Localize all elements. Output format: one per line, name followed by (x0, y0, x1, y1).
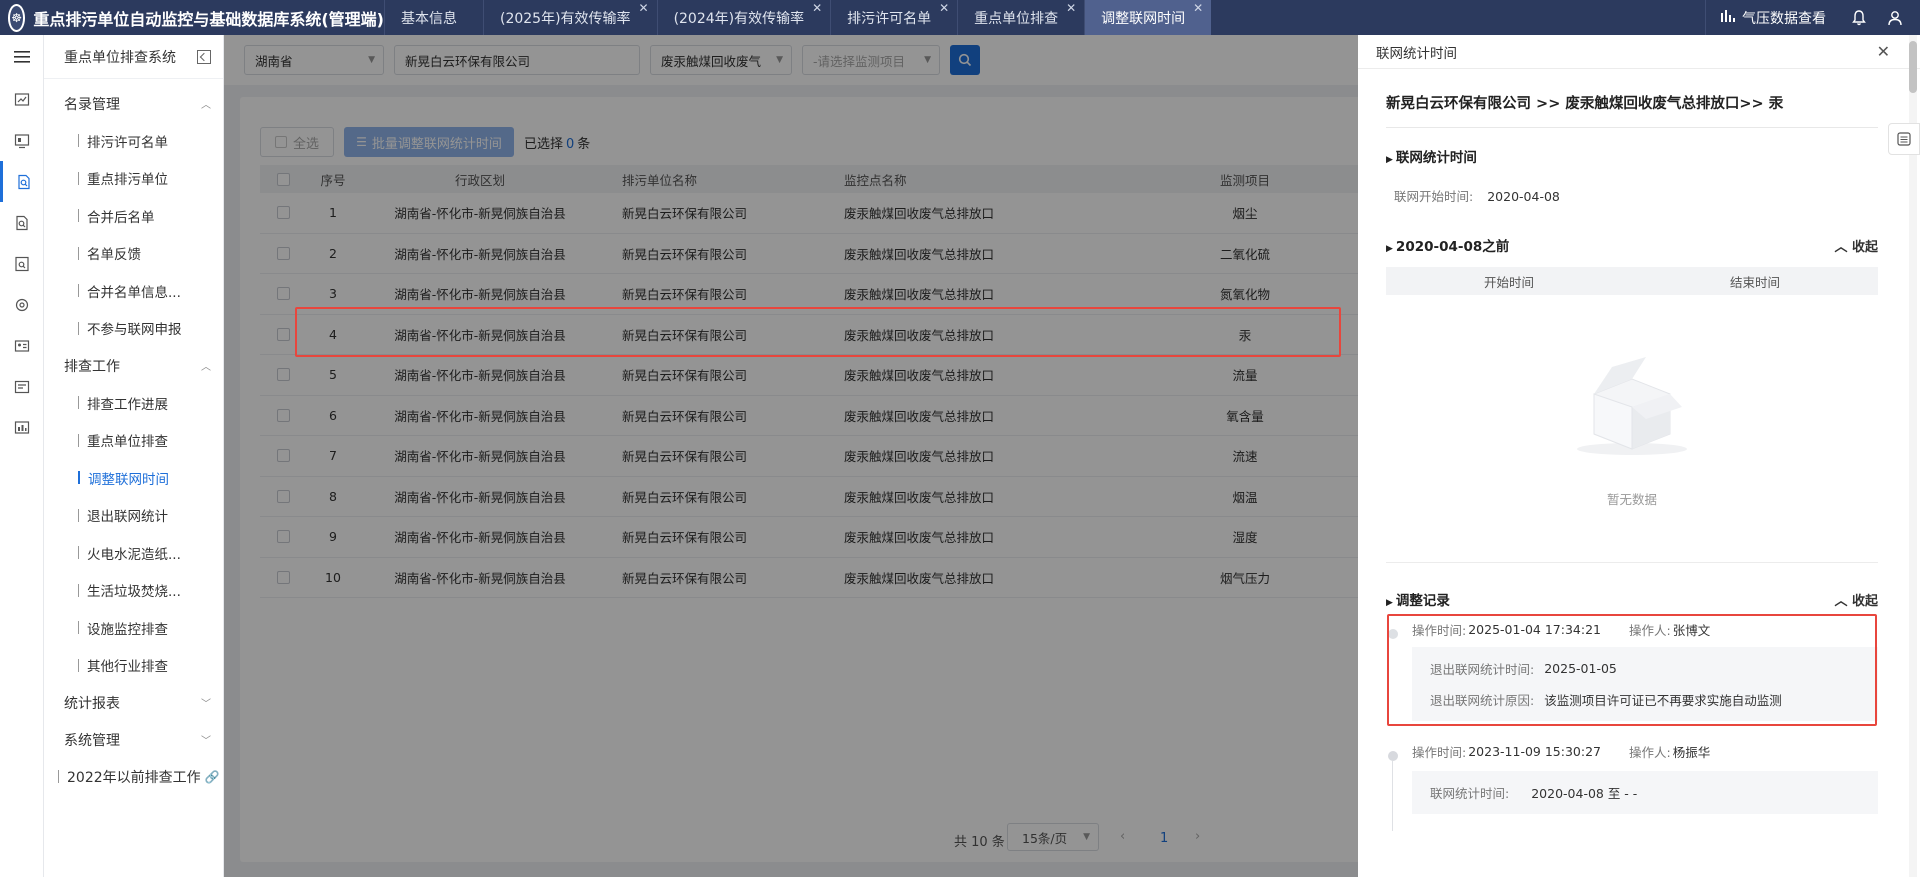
user-icon[interactable] (1884, 7, 1906, 29)
form-icon[interactable] (0, 366, 44, 407)
side-nav: 重点单位排查系统 名录管理 ︿ 排污许可名单 重点排污单位 合并后名单 名单反馈 … (44, 35, 224, 877)
system-title: 重点单位排查系统 (64, 49, 176, 66)
side-panel-icon[interactable] (1888, 123, 1920, 155)
sidebar-item-merged-list[interactable]: 合并后名单 (44, 197, 223, 235)
chevron-up-icon: ︿ (201, 362, 211, 373)
sidebar-item-exit-network[interactable]: 退出联网统计 (44, 497, 223, 535)
chevron-up-icon: ︿ (201, 100, 211, 111)
nav-group-reports[interactable]: 统计报表 ﹀ (44, 684, 223, 721)
empty-box-icon (1577, 357, 1687, 455)
app-title: 重点排污单位自动监控与基础数据库系统(管理端) (33, 9, 384, 29)
sidebar-item-facility-monitor[interactable]: 设施监控排查 (44, 609, 223, 647)
sidebar-item-merged-info[interactable]: 合并名单信息... (44, 272, 223, 310)
sidebar-item-waste-incineration[interactable]: 生活垃圾焚烧... (44, 572, 223, 610)
report-search-icon[interactable] (0, 243, 44, 284)
tab-2025-transmission[interactable]: (2025年)有效传输率 ✕ (483, 0, 657, 35)
record-item: 操作时间: 2023-11-09 15:30:27 操作人: 杨振华 联网统计时间:… (1386, 739, 1878, 831)
close-icon[interactable]: ✕ (639, 1, 649, 15)
sidebar-item-other-industry[interactable]: 其他行业排查 (44, 647, 223, 685)
period-table-header: 开始时间 结束时间 (1386, 267, 1878, 295)
bar-chart-icon (1720, 9, 1736, 26)
drawer-title: 联网统计时间 (1376, 45, 1457, 62)
chevron-down-icon: ﹀ (201, 699, 211, 710)
ministry-logo: ☸ (8, 3, 26, 32)
chevron-down-icon: ﹀ (201, 736, 211, 747)
sidebar-item-key-unit-check[interactable]: 重点单位排查 (44, 422, 223, 460)
close-icon[interactable]: ✕ (1066, 1, 1076, 15)
nav-group-directory[interactable]: 名录管理 ︿ (44, 85, 223, 122)
brand: ☸ 重点排污单位自动监控与基础数据库系统(管理端) (0, 0, 384, 35)
sidebar-item-permit-list[interactable]: 排污许可名单 (44, 122, 223, 160)
empty-state: 暂无数据 (1386, 295, 1878, 563)
sidebar-item-power-cement-paper[interactable]: 火电水泥造纸... (44, 534, 223, 572)
close-icon[interactable]: ✕ (1877, 42, 1890, 61)
collapse-before-button[interactable]: ︿ 收起 (1834, 236, 1878, 255)
close-icon[interactable]: ✕ (1193, 1, 1203, 15)
sidebar-item-key-units[interactable]: 重点排污单位 (44, 160, 223, 198)
top-right-tools: 气压数据查看 (1705, 0, 1920, 35)
system-header: 重点单位排查系统 (44, 35, 223, 79)
settings-icon[interactable] (0, 284, 44, 325)
tab-permit-list[interactable]: 排污许可名单 ✕ (830, 0, 957, 35)
icon-rail (0, 35, 44, 877)
bell-icon[interactable] (1848, 7, 1870, 29)
collapse-sidebar-icon[interactable] (197, 49, 211, 64)
nav-group-system[interactable]: 系统管理 ﹀ (44, 721, 223, 758)
drawer-scrollbar[interactable] (1909, 35, 1917, 877)
record-detail: 联网统计时间: 2020-04-08 至 - - (1412, 771, 1878, 814)
tab-adjust-network-time[interactable]: 调整联网时间 ✕ (1084, 0, 1212, 35)
network-time-drawer: 联网统计时间 ✕ 新晃白云环保有限公司 >> 废汞触煤回收废气总排放口>> 汞 … (1358, 35, 1920, 877)
record-path: 新晃白云环保有限公司 >> 废汞触煤回收废气总排放口>> 汞 (1386, 92, 1878, 128)
sidebar-item-no-network-declare[interactable]: 不参与联网申报 (44, 310, 223, 348)
drawer-header: 联网统计时间 ✕ (1358, 35, 1920, 69)
close-icon[interactable]: ✕ (939, 1, 949, 15)
network-start-time: 联网开始时间: 2020-04-08 (1394, 189, 1560, 204)
pressure-data-link[interactable]: 气压数据查看 (1720, 8, 1826, 28)
sidebar-item-progress[interactable]: 排查工作进展 (44, 384, 223, 422)
top-bar: ☸ 重点排污单位自动监控与基础数据库系统(管理端) 基本信息 (2025年)有效… (0, 0, 1920, 35)
menu-icon[interactable] (0, 35, 44, 79)
file-search-icon[interactable] (0, 202, 44, 243)
sidebar-link-pre-2022[interactable]: 2022年以前排查工作 🔗 (44, 758, 223, 795)
section-before-date: ▶ 2020-04-08之前 ︿ 收起 (1386, 235, 1878, 255)
dashboard-icon[interactable] (0, 79, 44, 120)
tab-basic-info[interactable]: 基本信息 (384, 0, 483, 35)
close-icon[interactable]: ✕ (812, 1, 822, 15)
tab-2024-transmission[interactable]: (2024年)有效传输率 ✕ (656, 0, 831, 35)
collapse-records-button[interactable]: ︿ 收起 (1834, 590, 1878, 609)
highlight-box-record (1387, 614, 1877, 726)
section-network-time: ▶ 联网统计时间 (1386, 150, 1477, 166)
highlight-box-row (295, 307, 1341, 357)
section-adjust-records: ▶ 调整记录 ︿ 收起 (1386, 589, 1878, 609)
document-search-icon[interactable] (0, 161, 44, 202)
sidebar-item-adjust-network-time[interactable]: 调整联网时间 (44, 459, 223, 497)
monitor-icon[interactable] (0, 120, 44, 161)
tab-key-unit-check[interactable]: 重点单位排查 ✕ (957, 0, 1084, 35)
nav-group-inspection[interactable]: 排查工作 ︿ (44, 347, 223, 384)
link-icon: 🔗 (204, 769, 220, 784)
sidebar-item-list-feedback[interactable]: 名单反馈 (44, 235, 223, 273)
tab-bar: 基本信息 (2025年)有效传输率 ✕ (2024年)有效传输率 ✕ 排污许可名单 ✕… (384, 0, 1212, 35)
record-header: 操作时间: 2023-11-09 15:30:27 操作人: 杨振华 (1412, 743, 1711, 760)
id-card-icon[interactable] (0, 325, 44, 366)
statistics-icon[interactable] (0, 407, 44, 448)
